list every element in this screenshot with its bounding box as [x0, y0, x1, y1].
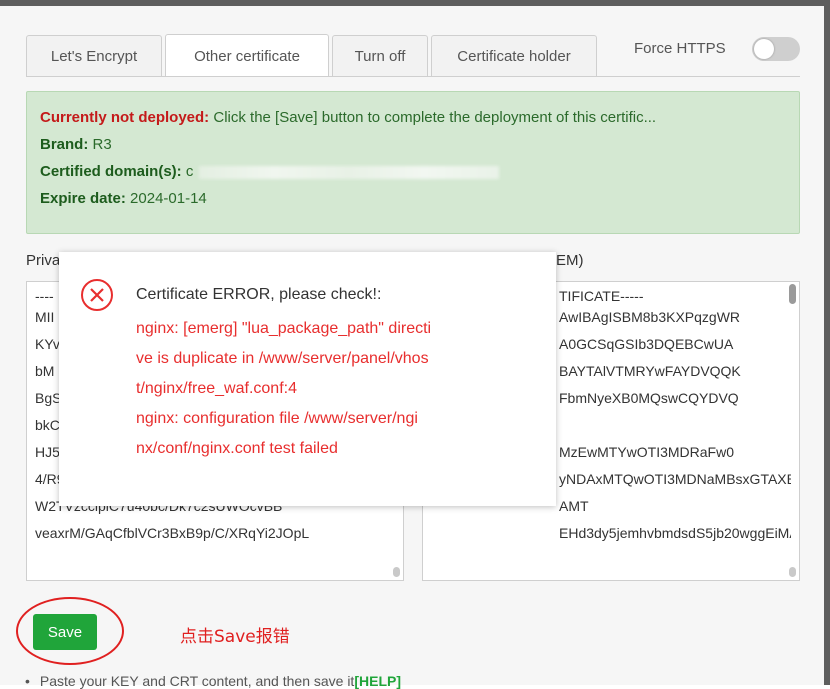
expire-value: 2024-01-14 [125, 190, 207, 207]
deployment-notice: Currently not deployed: Click the [Save]… [26, 91, 800, 234]
status-text: Click the [Save] button to complete the … [209, 109, 657, 126]
annotation-circle [16, 597, 124, 665]
domain-label: Certified domain(s): [40, 163, 182, 180]
expire-label: Expire date: [40, 190, 126, 207]
redacted-domain [199, 165, 500, 179]
brand-label: Brand: [40, 136, 89, 153]
annotation-text: 点击Save报错 [180, 627, 290, 647]
scrollbar-thumb[interactable] [789, 284, 796, 304]
expire-line: Expire date: 2024-01-14 [40, 186, 786, 213]
window-right-edge [824, 0, 830, 685]
tab-certificate-holder[interactable]: Certificate holder [431, 35, 597, 76]
force-https-label: Force HTTPS [634, 40, 726, 57]
help-link[interactable]: [HELP] [354, 673, 401, 689]
error-title: Certificate ERROR, please check!: [136, 286, 382, 303]
error-line: ve is duplicate in /www/server/panel/vho… [136, 350, 429, 367]
error-body: nginx: [emerg] "lua_package_path" direct… [136, 314, 536, 464]
scrollbar-end[interactable] [789, 567, 796, 577]
tab-other-certificate[interactable]: Other certificate [165, 34, 329, 77]
error-line: t/nginx/free_waf.conf:4 [136, 380, 297, 397]
brand-line: Brand: R3 [40, 132, 786, 159]
scrollbar-end[interactable] [393, 567, 400, 577]
domain-value: c [181, 163, 194, 180]
error-line: nginx: configuration file /www/server/ng… [136, 410, 418, 427]
brand-value: R3 [88, 136, 112, 153]
circle-x-icon [81, 279, 113, 311]
force-https-toggle[interactable] [752, 37, 800, 61]
error-line: nginx: [emerg] "lua_package_path" direct… [136, 320, 432, 337]
text-line: veaxrM/GAqCfblVCr3BxB9p/C/XRqYi2JOpL [35, 525, 310, 541]
paste-tip: • Paste your KEY and CRT content, and the… [25, 673, 401, 689]
tab-divider [26, 76, 800, 77]
tip-bullet: • [25, 673, 30, 689]
tab-turn-off[interactable]: Turn off [332, 35, 428, 76]
text-line: EHd3dy5jemhvbmdsdS5jb20wggEiMA0GC [559, 525, 791, 541]
ssl-tabs: Let's Encrypt Other certificate Turn off… [26, 34, 600, 77]
error-line: nx/conf/nginx.conf test failed [136, 440, 338, 457]
tip-text: Paste your KEY and CRT content, and then… [39, 673, 355, 689]
private-key-label: Priva [26, 252, 61, 269]
certificate-label: EM) [556, 252, 584, 269]
toggle-knob [754, 39, 774, 59]
tab-lets-encrypt[interactable]: Let's Encrypt [26, 35, 162, 76]
status-label: Currently not deployed: [40, 109, 210, 126]
error-dialog: Certificate ERROR, please check!: nginx:… [59, 252, 556, 506]
status-line: Currently not deployed: Click the [Save]… [40, 105, 786, 132]
domain-line: Certified domain(s): c [40, 159, 786, 186]
